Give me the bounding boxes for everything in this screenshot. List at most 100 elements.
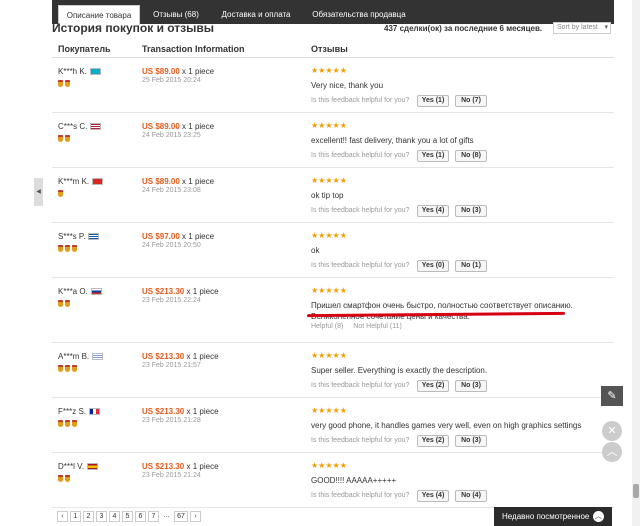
flag-icon <box>92 178 104 185</box>
quantity: x 1 piece <box>186 352 219 361</box>
flag-icon <box>88 233 100 240</box>
page-1-button[interactable]: 1 <box>70 511 81 522</box>
transaction-date: 25 Feb 2015 20:24 <box>142 77 201 84</box>
medal-icon <box>65 475 70 482</box>
no-button[interactable]: No (3) <box>455 205 487 217</box>
price: US $213.30 <box>142 407 185 416</box>
table-row: K***h K. US $89.00 x 1 piece 25 Feb 2015 2… <box>52 58 614 113</box>
price-info: US $89.00 x 1 piece <box>142 67 214 76</box>
feedback-text: Super seller. Everything is exactly the … <box>311 366 488 375</box>
helpful-question: Is this feedback helpful for you? <box>311 207 410 214</box>
chevron-up-icon[interactable]: ︿ <box>593 511 604 522</box>
medal-icon <box>58 245 63 252</box>
yes-button[interactable]: Yes (4) <box>417 490 449 502</box>
yes-button[interactable]: Yes (2) <box>417 380 449 392</box>
price: US $89.00 <box>142 67 180 76</box>
page-6-button[interactable]: 6 <box>135 511 146 522</box>
star-rating: ★★★★★ <box>311 231 347 240</box>
price-info: US $89.00 x 1 piece <box>142 177 214 186</box>
close-icon[interactable]: ✕ <box>602 421 622 441</box>
star-rating: ★★★★★ <box>311 66 347 75</box>
tab-shipping[interactable]: Доставка и оплата <box>212 5 300 24</box>
scrollbar[interactable] <box>632 0 640 526</box>
column-header-buyer: Покупатель <box>58 44 111 54</box>
yes-button[interactable]: Yes (2) <box>417 435 449 447</box>
page: Описание товара Отзывы (68) Доставка и о… <box>0 0 640 526</box>
no-button[interactable]: No (4) <box>455 490 487 502</box>
buyer-name-text: K***a O. <box>58 287 88 296</box>
scrollbar-thumb[interactable] <box>633 484 639 498</box>
star-rating: ★★★★★ <box>311 351 347 360</box>
page-2-button[interactable]: 2 <box>83 511 94 522</box>
sort-select-label: Sort by latest <box>557 24 598 31</box>
yes-button[interactable]: Yes (1) <box>417 95 449 107</box>
flag-icon <box>89 68 101 75</box>
medal-icon <box>72 420 77 427</box>
price-info: US $213.30 x 1 piece <box>142 462 219 471</box>
chevron-left-icon[interactable]: ◀ <box>34 178 43 206</box>
tab-seller-guarantees[interactable]: Обязательства продавца <box>304 5 414 24</box>
buyer-name-text: D***l V. <box>58 462 84 471</box>
recently-viewed-bar[interactable]: Недавно посмотренное ︿ <box>494 507 612 526</box>
yes-button[interactable]: Yes (1) <box>417 150 449 162</box>
buyer-name: K***h K. <box>58 67 101 76</box>
table-row: S***s P. US $97.00 x 1 piece 24 Feb 2015 2… <box>52 223 614 278</box>
quantity: x 1 piece <box>186 407 219 416</box>
star-rating: ★★★★★ <box>311 461 347 470</box>
no-button[interactable]: No (3) <box>455 380 487 392</box>
medal-icon <box>65 80 70 87</box>
next-page-button[interactable]: › <box>190 511 201 522</box>
pencil-icon[interactable]: ✎ <box>601 386 623 406</box>
table-row: K***a O. US $213.30 x 1 piece 23 Feb 2015 … <box>52 278 614 343</box>
helpful-count[interactable]: Helpful (8) <box>311 323 343 330</box>
pager-ellipsis: ... <box>163 512 170 519</box>
table-row: A***m B. US $213.30 x 1 piece 23 Feb 2015 … <box>52 343 614 398</box>
buyer-medals <box>58 365 79 374</box>
helpful-question: Is this feedback helpful for you? <box>311 262 410 269</box>
page-4-button[interactable]: 4 <box>109 511 120 522</box>
quantity: x 1 piece <box>182 232 215 241</box>
buyer-name: K***a O. <box>58 287 102 296</box>
yes-button[interactable]: Yes (4) <box>417 205 449 217</box>
flag-icon <box>90 288 102 295</box>
medal-icon <box>65 365 70 372</box>
price: US $213.30 <box>142 352 185 361</box>
quantity: x 1 piece <box>182 122 215 131</box>
no-button[interactable]: No (1) <box>455 260 487 272</box>
price-info: US $213.30 x 1 piece <box>142 352 219 361</box>
no-button[interactable]: No (7) <box>455 95 487 107</box>
price: US $89.00 <box>142 177 180 186</box>
buyer-name-text: K***h K. <box>58 67 87 76</box>
buyer-name-text: A***m B. <box>58 352 90 361</box>
chevron-up-icon[interactable]: ︿ <box>602 442 622 462</box>
flag-icon <box>92 353 104 360</box>
not-helpful-count[interactable]: Not Helpful (11) <box>353 323 402 330</box>
yes-button[interactable]: Yes (0) <box>417 260 449 272</box>
flag-icon <box>86 463 98 470</box>
price: US $213.30 <box>142 462 185 471</box>
buyer-name: C***s C. <box>58 122 102 131</box>
no-button[interactable]: No (8) <box>455 150 487 162</box>
helpful-question: Is this feedback helpful for you? <box>311 437 410 444</box>
medal-icon <box>65 420 70 427</box>
buyer-medals <box>58 190 65 199</box>
medal-icon <box>58 190 63 197</box>
quantity: x 1 piece <box>182 177 215 186</box>
transaction-date: 24 Feb 2015 23:25 <box>142 132 201 139</box>
last-page-button[interactable]: 67 <box>174 511 188 522</box>
recently-viewed-label: Недавно посмотренное <box>502 512 590 521</box>
star-rating: ★★★★★ <box>311 121 347 130</box>
buyer-name: S***s P. <box>58 232 100 241</box>
page-3-button[interactable]: 3 <box>96 511 107 522</box>
buyer-name-text: S***s P. <box>58 232 86 241</box>
sort-select[interactable]: Sort by latest ▾ <box>553 22 611 34</box>
buyer-medals <box>58 300 72 309</box>
prev-page-button[interactable]: ‹ <box>57 511 68 522</box>
transaction-date: 24 Feb 2015 23:08 <box>142 187 201 194</box>
price-info: US $97.00 x 1 piece <box>142 232 214 241</box>
page-7-button[interactable]: 7 <box>148 511 159 522</box>
page-5-button[interactable]: 5 <box>122 511 133 522</box>
no-button[interactable]: No (3) <box>455 435 487 447</box>
price-info: US $89.00 x 1 piece <box>142 122 214 131</box>
table-row: D***l V. US $213.30 x 1 piece 23 Feb 2015 … <box>52 453 614 508</box>
